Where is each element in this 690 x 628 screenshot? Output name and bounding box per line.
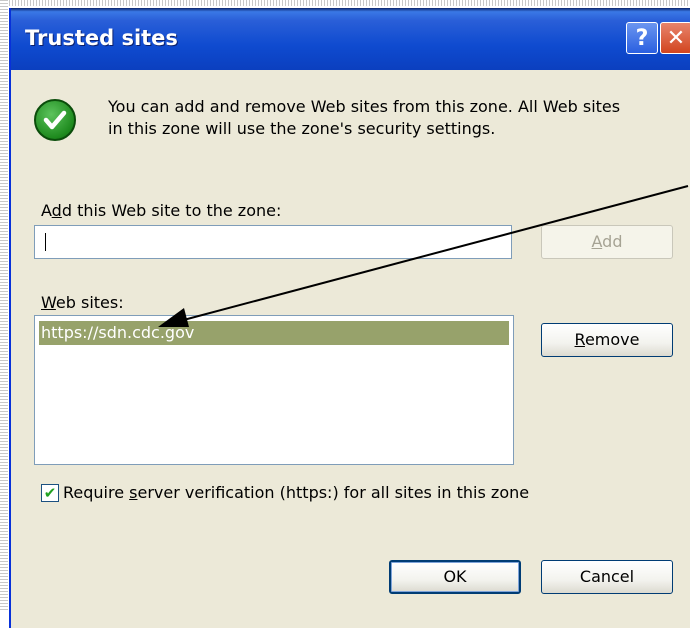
list-item[interactable]: https://sdn.cdc.gov	[39, 321, 509, 345]
add-site-label-part: A	[41, 201, 52, 220]
web-sites-label-accelerator: W	[41, 293, 56, 312]
green-check-circle-icon	[34, 99, 76, 141]
server-verification-label[interactable]: Require server verification (https:) for…	[63, 483, 529, 502]
close-icon: ✕	[666, 25, 686, 51]
add-site-label-part: d this Web site to the zone:	[61, 201, 282, 220]
cancel-button[interactable]: Cancel	[541, 560, 673, 594]
add-site-label-accelerator: d	[51, 201, 62, 220]
verification-label-part: erver verification (https:) for all site…	[137, 483, 530, 502]
text-caret	[45, 233, 46, 251]
web-sites-label-part: eb sites:	[55, 293, 124, 312]
checkmark-icon	[43, 110, 67, 130]
checkmark-icon: ✔	[43, 484, 57, 502]
screenshot-edge-top	[0, 0, 690, 6]
screenshot-edge-left	[0, 0, 8, 610]
zone-info-text: You can add and remove Web sites from th…	[108, 96, 678, 140]
help-button[interactable]: ?	[626, 22, 658, 54]
ok-button[interactable]: OK	[389, 560, 521, 594]
add-site-input[interactable]	[34, 225, 512, 259]
add-button[interactable]: Add	[541, 225, 673, 259]
add-button-label-part: dd	[602, 232, 623, 251]
add-button-accelerator: A	[591, 232, 603, 251]
add-site-label: Add this Web site to the zone:	[41, 201, 281, 220]
question-mark-icon: ?	[635, 25, 649, 51]
remove-button-accelerator: R	[574, 330, 585, 349]
web-sites-list[interactable]: https://sdn.cdc.gov	[34, 315, 514, 465]
close-button[interactable]: ✕	[660, 22, 690, 54]
web-sites-label: Web sites:	[41, 293, 124, 312]
server-verification-checkbox[interactable]: ✔	[41, 484, 59, 502]
remove-button-label-part: emove	[584, 330, 640, 349]
info-text-line-1: You can add and remove Web sites from th…	[108, 97, 621, 116]
remove-button[interactable]: Remove	[541, 323, 673, 357]
verification-label-part: Require	[63, 483, 130, 502]
title-bar[interactable]: Trusted sites ? ✕	[11, 8, 690, 70]
info-text-line-2: in this zone will use the zone's securit…	[108, 119, 496, 138]
dialog-title: Trusted sites	[25, 26, 178, 50]
